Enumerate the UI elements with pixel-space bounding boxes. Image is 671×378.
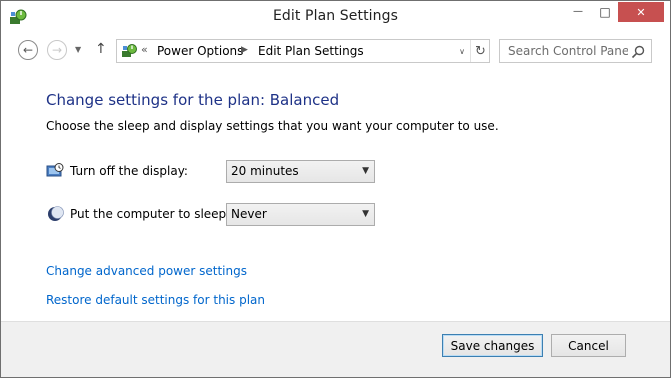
chevron-down-icon: ▼	[362, 166, 369, 176]
display-timeout-value: 20 minutes	[231, 164, 299, 178]
chevron-down-icon: ▼	[362, 209, 369, 219]
sleep-moon-icon	[48, 206, 64, 221]
search-icon[interactable]	[630, 44, 646, 60]
sleep-timeout-select[interactable]: Never ▼	[226, 203, 375, 226]
button-bar: Save changes Cancel	[1, 321, 670, 377]
main-content: Change settings for the plan: Balanced C…	[1, 66, 670, 321]
address-overflow-icon[interactable]: «	[141, 43, 148, 56]
navigation-bar: ← → ▼ ↑ « Power Options ▶ Edit Plan Sett…	[1, 32, 670, 66]
back-arrow-icon: ←	[22, 43, 34, 57]
change-advanced-power-settings-link[interactable]: Change advanced power settings	[46, 264, 247, 278]
page-title: Change settings for the plan: Balanced	[46, 91, 340, 109]
sleep-timeout-value: Never	[231, 207, 267, 221]
forward-arrow-icon: →	[51, 43, 63, 57]
search-box[interactable]	[499, 39, 652, 63]
save-changes-button[interactable]: Save changes	[442, 334, 543, 357]
minimize-icon: —	[573, 6, 583, 17]
breadcrumb-separator-icon[interactable]: ▶	[241, 45, 248, 55]
power-options-icon	[122, 44, 137, 57]
breadcrumb-edit-plan-settings[interactable]: Edit Plan Settings	[258, 44, 364, 58]
up-arrow-icon[interactable]: ↑	[95, 41, 107, 57]
restore-default-settings-link[interactable]: Restore default settings for this plan	[46, 293, 265, 307]
page-description: Choose the sleep and display settings th…	[46, 119, 499, 133]
refresh-icon[interactable]: ↻	[470, 40, 490, 62]
address-dropdown-icon[interactable]: ∨	[456, 40, 468, 62]
display-timeout-label: Turn off the display:	[70, 164, 188, 178]
maximize-icon: □	[599, 4, 611, 19]
address-bar[interactable]: « Power Options ▶ Edit Plan Settings ∨ ↻	[116, 39, 490, 63]
close-icon: ✕	[636, 5, 646, 19]
search-input[interactable]	[500, 40, 628, 62]
display-timeout-select[interactable]: 20 minutes ▼	[226, 160, 375, 183]
cancel-button[interactable]: Cancel	[551, 334, 626, 357]
back-button[interactable]: ←	[18, 40, 38, 60]
forward-button[interactable]: →	[47, 40, 67, 60]
close-button[interactable]: ✕	[618, 2, 664, 22]
sleep-timeout-label: Put the computer to sleep:	[70, 207, 231, 221]
breadcrumb-power-options[interactable]: Power Options	[157, 44, 243, 58]
minimize-button[interactable]: —	[564, 1, 592, 22]
edit-plan-settings-window: Edit Plan Settings — □ ✕ ← → ▼ ↑ « Power…	[0, 0, 671, 378]
recent-locations-dropdown-icon[interactable]: ▼	[75, 45, 81, 54]
display-timer-icon	[46, 163, 64, 177]
maximize-button[interactable]: □	[592, 1, 618, 22]
title-bar[interactable]: Edit Plan Settings — □ ✕	[1, 1, 670, 32]
